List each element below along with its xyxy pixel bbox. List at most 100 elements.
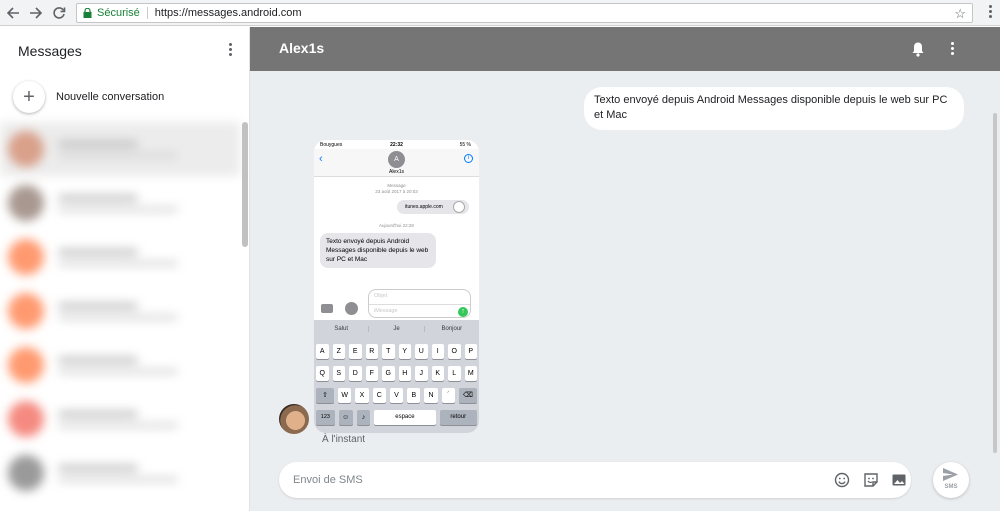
phone-key-row-4: 123 ☺ ♪ espace retour — [314, 410, 479, 425]
bookmark-star-icon[interactable]: ☆ — [954, 6, 966, 22]
phone-contact-avatar: A — [388, 151, 405, 168]
phone-key: C — [372, 388, 386, 403]
omnibox-separator — [146, 7, 148, 19]
send-sms-button[interactable]: SMS — [933, 462, 969, 498]
avatar — [8, 131, 44, 167]
phone-key: I — [431, 344, 444, 359]
phone-key: Q — [316, 366, 329, 381]
sent-message-bubble[interactable]: Texto envoyé depuis Android Messages dis… — [584, 87, 964, 130]
phone-message-placeholder: iMessage — [374, 308, 398, 314]
list-item[interactable] — [0, 392, 240, 446]
phone-key: W — [338, 388, 352, 403]
phone-battery: 55 % — [459, 142, 471, 148]
phone-key: O — [448, 344, 461, 359]
phone-key-return: retour — [439, 410, 477, 425]
phone-suggestions: Salut Je Bonjour — [314, 320, 479, 337]
lock-icon — [83, 8, 92, 18]
sticker-icon[interactable] — [863, 472, 879, 488]
phone-key-numbers: 123 — [316, 410, 335, 425]
phone-key: L — [448, 366, 461, 381]
send-sms-label: SMS — [944, 484, 958, 490]
phone-contact-name: Alex1s — [388, 169, 404, 175]
emoji-icon[interactable] — [834, 472, 850, 488]
secure-label: Sécurisé — [97, 7, 140, 19]
contact-avatar[interactable] — [279, 404, 309, 434]
phone-key-row-3: ⇧ W X C V B N ´ ⌫ — [314, 388, 479, 403]
compose-bar — [279, 462, 911, 498]
message-timestamp: À l'instant — [322, 434, 366, 445]
conversation-menu-icon[interactable] — [951, 42, 955, 57]
list-item[interactable] — [0, 446, 240, 500]
phone-key-row-1: A Z E R T Y U I O P — [314, 344, 479, 359]
phone-key: U — [415, 344, 428, 359]
sms-input[interactable] — [293, 472, 793, 488]
phone-nav-bar: ‹ A Alex1s i — [314, 149, 479, 177]
thread-scrollbar[interactable] — [993, 113, 997, 453]
browser-toolbar: Sécurisé https://messages.android.com ☆ — [0, 0, 1000, 26]
phone-key: A — [316, 344, 329, 359]
phone-key: X — [355, 388, 369, 403]
list-item[interactable] — [0, 284, 240, 338]
forward-arrow-icon[interactable] — [26, 3, 46, 23]
phone-key: R — [365, 344, 378, 359]
phone-key: H — [398, 366, 411, 381]
phone-shift-icon: ⇧ — [316, 388, 335, 403]
phone-key: S — [332, 366, 345, 381]
phone-key-space: espace — [374, 410, 436, 425]
phone-back-chevron-icon: ‹ — [319, 153, 323, 165]
phone-mic-icon: ♪ — [356, 410, 371, 425]
avatar — [8, 401, 44, 437]
phone-appstore-icon — [345, 302, 358, 315]
phone-message-bubble: Texto envoyé depuis Android Messages dis… — [320, 233, 436, 268]
phone-key: ´ — [441, 388, 455, 403]
phone-key: T — [382, 344, 395, 359]
reload-icon[interactable] — [49, 3, 69, 23]
sidebar-menu-icon[interactable] — [229, 43, 233, 58]
bell-icon[interactable] — [911, 41, 925, 57]
phone-date-label-2: 23 août 2017 à 20:03 — [375, 189, 418, 194]
phone-key: N — [424, 388, 438, 403]
url-text[interactable]: https://messages.android.com — [155, 7, 302, 19]
phone-key: M — [464, 366, 477, 381]
avatar — [8, 185, 44, 221]
avatar — [8, 347, 44, 383]
phone-subject-placeholder: Objet — [374, 293, 388, 299]
address-bar[interactable]: Sécurisé https://messages.android.com ☆ — [76, 3, 973, 23]
phone-key: P — [464, 344, 477, 359]
back-arrow-icon[interactable] — [3, 3, 23, 23]
conversation-header: Alex1s — [250, 27, 1000, 71]
phone-suggestion: Bonjour — [441, 325, 463, 332]
phone-time: 22:32 — [390, 142, 403, 148]
received-image-attachment[interactable]: Bouygues 22:32 55 % ‹ A Alex1s i Message… — [314, 140, 479, 433]
phone-key: F — [365, 366, 378, 381]
phone-suggestion: Je — [369, 325, 425, 332]
phone-suggestion: Salut — [314, 325, 370, 332]
plus-icon: + — [13, 81, 45, 113]
phone-status-bar: Bouygues 22:32 55 % — [314, 140, 479, 149]
phone-camera-icon — [321, 304, 333, 313]
phone-keyboard: Salut Je Bonjour A Z E R T Y U I O P Q S… — [314, 320, 479, 433]
phone-key: J — [415, 366, 428, 381]
message-thread: Texto envoyé depuis Android Messages dis… — [250, 71, 1000, 511]
sidebar-title: Messages — [18, 43, 82, 59]
new-conversation-button[interactable]: + Nouvelle conversation — [13, 81, 233, 113]
new-conversation-label: Nouvelle conversation — [56, 91, 165, 103]
phone-send-icon: ↑ — [458, 307, 468, 317]
list-item[interactable] — [0, 230, 240, 284]
list-item[interactable] — [0, 338, 240, 392]
avatar — [8, 293, 44, 329]
browser-menu-icon[interactable] — [989, 5, 993, 20]
phone-key: V — [389, 388, 404, 403]
phone-key: Z — [332, 344, 345, 359]
image-icon[interactable] — [891, 472, 907, 488]
phone-today-label: Aujourd'hui 22:28 — [379, 223, 414, 228]
sidebar-scrollbar[interactable] — [242, 122, 248, 247]
list-item[interactable] — [0, 176, 240, 230]
conversation-title: Alex1s — [279, 40, 325, 56]
avatar — [8, 239, 44, 275]
phone-compass-icon — [453, 201, 465, 213]
avatar — [8, 455, 44, 491]
phone-key: E — [349, 344, 362, 359]
conversation-list — [0, 122, 240, 511]
list-item[interactable] — [0, 122, 240, 176]
